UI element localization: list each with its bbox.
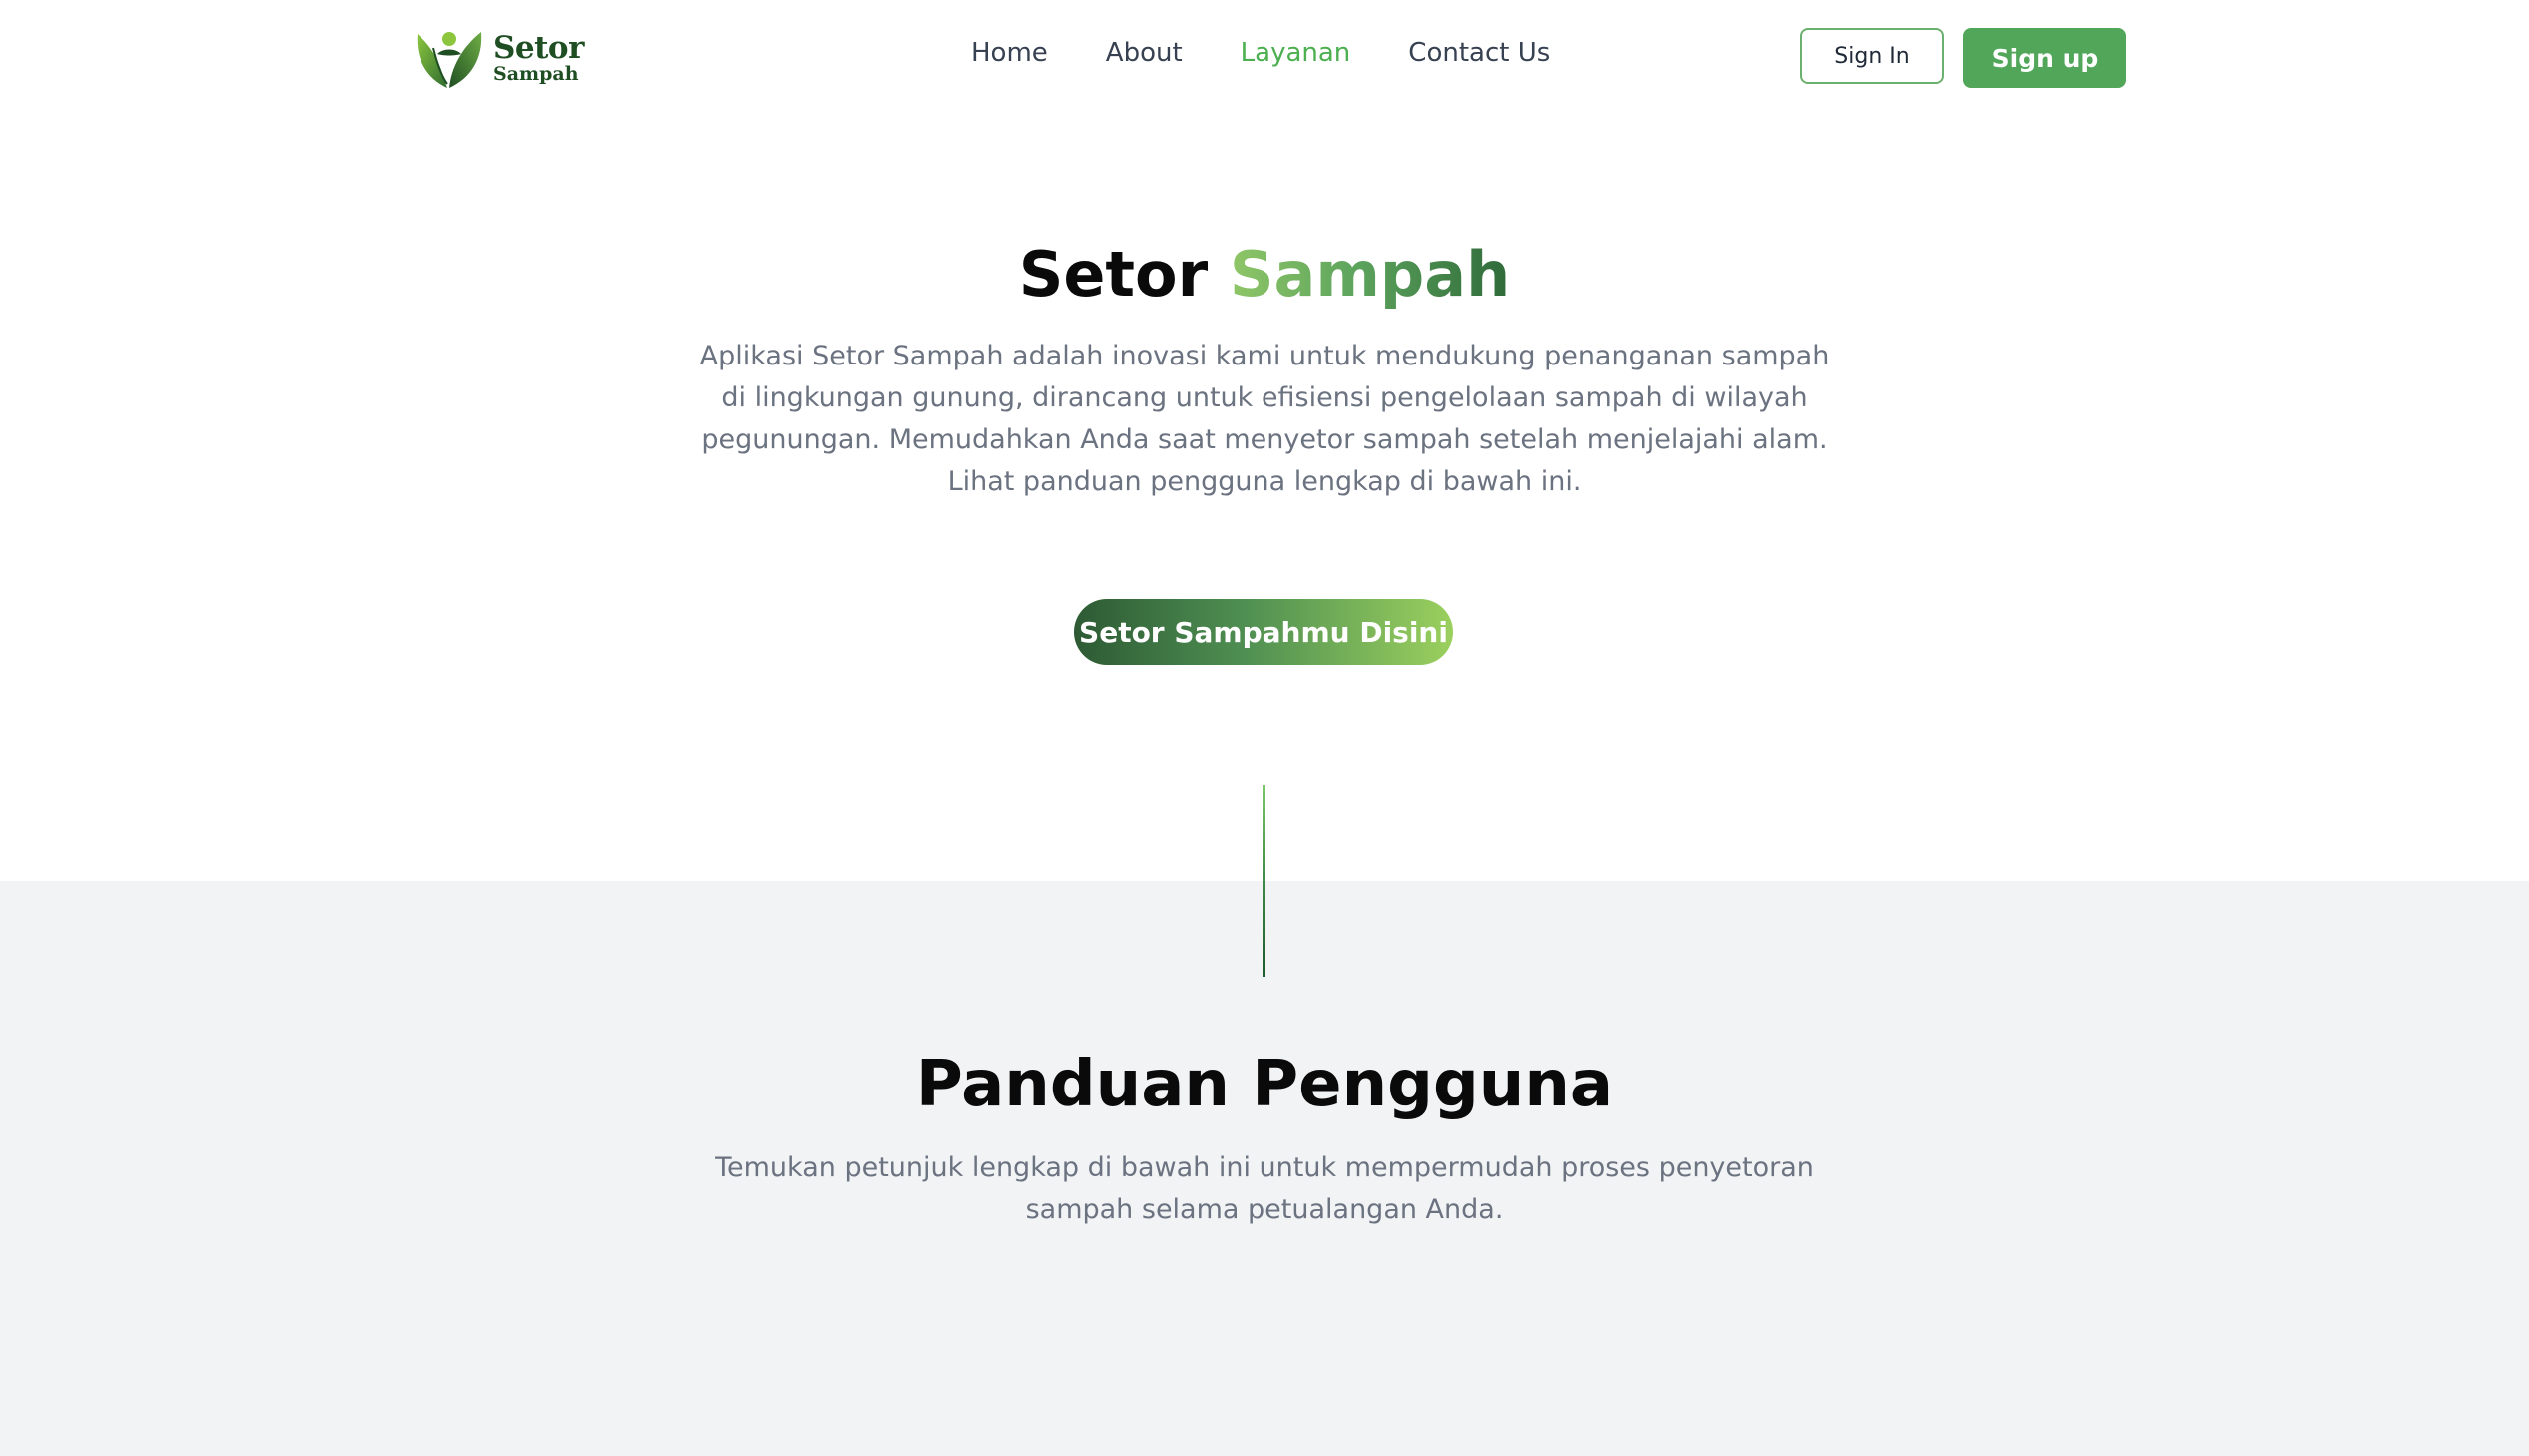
brand-name-line2: Sampah — [493, 62, 579, 85]
hero-title-accent: Sampah — [1229, 238, 1511, 311]
nav-link-home[interactable]: Home — [971, 38, 1048, 68]
brand-name: Setor Sampah — [493, 29, 584, 85]
nav-link-contact-us[interactable]: Contact Us — [1408, 38, 1550, 68]
hero-title: Setor Sampah — [0, 238, 2529, 312]
nav-link-about[interactable]: About — [1106, 38, 1183, 68]
hero-description: Aplikasi Setor Sampah adalah inovasi kam… — [699, 341, 1830, 497]
vertical-divider — [1263, 785, 1265, 977]
setor-sampah-cta-button[interactable]: Setor Sampahmu Disini — [1074, 599, 1453, 665]
brand-name-line1: Setor — [493, 29, 584, 66]
nav-link-layanan[interactable]: Layanan — [1241, 38, 1351, 68]
navbar: Setor Sampah Home About Layanan Contact … — [0, 0, 2529, 116]
main-nav: Home About Layanan Contact Us — [971, 38, 1608, 68]
leaf-person-icon — [417, 32, 482, 88]
brand-logo[interactable]: Setor Sampah — [412, 24, 584, 92]
sign-up-button[interactable]: Sign up — [1963, 28, 2126, 88]
guide-title: Panduan Pengguna — [915, 1048, 1614, 1121]
hero-title-part1: Setor — [1018, 238, 1209, 311]
guide-description: Temukan petunjuk lengkap di bawah ini un… — [715, 1152, 1814, 1225]
sign-in-button[interactable]: Sign In — [1800, 28, 1944, 84]
